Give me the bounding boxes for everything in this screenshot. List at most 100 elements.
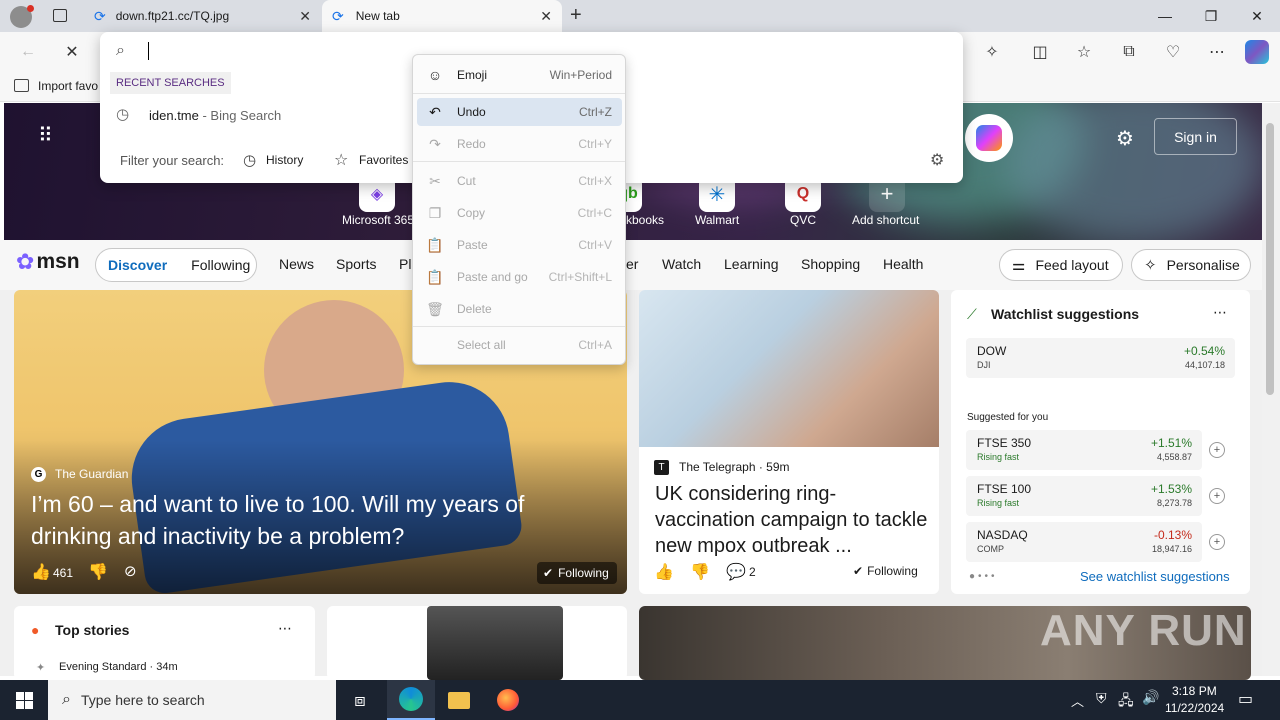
- like-icon[interactable]: 👍: [654, 562, 674, 582]
- following-label: Following: [867, 564, 918, 578]
- close-tab-icon[interactable]: ✕: [299, 8, 311, 25]
- nav-news[interactable]: News: [279, 256, 314, 272]
- menu-item-paste-and-go[interactable]: 📋 Paste and go Ctrl+Shift+L: [417, 263, 622, 291]
- file-explorer-icon[interactable]: [435, 680, 483, 720]
- tab-actions-icon[interactable]: [53, 9, 67, 22]
- add-to-watchlist-icon[interactable]: +: [1209, 534, 1225, 550]
- favorites-star-icon: ☆: [334, 152, 349, 169]
- nav-shopping[interactable]: Shopping: [801, 256, 860, 272]
- menu-item-select-all[interactable]: Select all Ctrl+A: [417, 331, 622, 359]
- recent-search-item[interactable]: ◷ iden.tme - Bing Search: [100, 102, 412, 128]
- dislike-icon[interactable]: 👎: [690, 562, 710, 582]
- nav-watch[interactable]: Watch: [662, 256, 701, 272]
- carousel-dots[interactable]: ●•••: [969, 571, 998, 582]
- stock-row-ftse100[interactable]: FTSE 100 Rising fast +1.53% 8,273.78: [966, 476, 1202, 516]
- add-to-watchlist-icon[interactable]: +: [1209, 488, 1225, 504]
- feed-tab-group: Discover Following: [95, 248, 257, 282]
- nav-play[interactable]: Pl: [399, 256, 411, 272]
- nav-health[interactable]: Health: [883, 256, 923, 272]
- import-favorites-link[interactable]: Import favo: [38, 79, 98, 93]
- scrollbar-thumb[interactable]: [1266, 123, 1274, 395]
- settings-gear-icon[interactable]: ⚙: [1116, 126, 1134, 151]
- apps-grid-icon[interactable]: ⠿: [38, 126, 58, 147]
- menu-item-delete[interactable]: 🗑 Delete: [417, 295, 622, 323]
- notifications-icon[interactable]: ▭: [1238, 689, 1253, 709]
- feed-layout-button[interactable]: ⚌ Feed layout: [999, 249, 1123, 281]
- see-watchlist-link[interactable]: See watchlist suggestions: [1080, 569, 1230, 584]
- menu-item-emoji[interactable]: ☺ Emoji Win+Period: [417, 61, 622, 89]
- dislike-icon[interactable]: 👎: [88, 562, 108, 582]
- stock-row-ftse350[interactable]: FTSE 350 Rising fast +1.51% 4,558.87: [966, 430, 1202, 470]
- firefox-icon[interactable]: [484, 680, 532, 720]
- stop-loading-icon[interactable]: ✕: [60, 40, 84, 64]
- sparkle-icon: ✧: [1144, 257, 1157, 274]
- filter-history-button[interactable]: History: [266, 153, 303, 167]
- close-window-button[interactable]: ✕: [1234, 0, 1280, 32]
- sign-in-button[interactable]: Sign in: [1154, 118, 1237, 155]
- promo-image: [427, 606, 563, 680]
- menu-shortcut: Ctrl+C: [577, 206, 612, 220]
- nav-learning[interactable]: Learning: [724, 256, 779, 272]
- nav-weather[interactable]: er: [626, 256, 638, 272]
- extensions-icon[interactable]: ✧: [980, 40, 1004, 64]
- security-icon[interactable]: ⛨: [1096, 690, 1107, 707]
- menu-item-copy[interactable]: ❐ Copy Ctrl+C: [417, 199, 622, 227]
- clock-time[interactable]: 3:18 PM: [1172, 684, 1217, 698]
- browser-essentials-icon[interactable]: ♡: [1161, 40, 1185, 64]
- copilot-button[interactable]: [965, 114, 1013, 162]
- add-to-watchlist-icon[interactable]: +: [1209, 442, 1225, 458]
- story-headline[interactable]: UK considering ring-vaccination campaign…: [655, 481, 931, 559]
- task-view-icon[interactable]: ⧈: [336, 680, 384, 720]
- hide-story-icon[interactable]: ⊘: [124, 562, 137, 580]
- clock-date[interactable]: 11/22/2024: [1165, 701, 1224, 715]
- more-options-icon[interactable]: ⋯: [1213, 304, 1227, 321]
- taskbar-search-box[interactable]: ⌕ Type here to search: [48, 680, 336, 720]
- copilot-icon[interactable]: [1245, 40, 1269, 64]
- story-headline[interactable]: I’m 60 – and want to live to 100. Will m…: [31, 488, 611, 552]
- more-options-icon[interactable]: ⋯: [278, 620, 292, 637]
- close-tab-icon[interactable]: ✕: [540, 8, 552, 25]
- tab-down-ftp21[interactable]: ⟳ down.ftp21.cc/TQ.jpg ✕: [84, 0, 321, 32]
- favorites-star-icon[interactable]: ☆: [1072, 40, 1096, 64]
- firefox-logo-icon: [497, 689, 519, 711]
- minimize-button[interactable]: —: [1142, 0, 1188, 32]
- like-icon[interactable]: 👍: [31, 562, 51, 582]
- side-story-card[interactable]: T The Telegraph · 59m UK considering rin…: [639, 290, 939, 594]
- new-tab-plus-icon[interactable]: +: [570, 4, 582, 27]
- volume-icon[interactable]: 🔊: [1142, 689, 1159, 706]
- comment-icon[interactable]: 💬: [726, 562, 746, 582]
- stock-value: 18,947.16: [1151, 544, 1192, 554]
- back-arrow-icon[interactable]: ←: [16, 40, 40, 64]
- nav-sports[interactable]: Sports: [336, 256, 376, 272]
- stock-row-dow[interactable]: DOW DJI +0.54% 44,107.18: [966, 338, 1235, 378]
- collections-icon[interactable]: ⧉: [1117, 40, 1141, 64]
- settings-more-icon[interactable]: ⋯: [1205, 40, 1229, 64]
- tab-new-tab[interactable]: ⟳ New tab ✕: [322, 0, 562, 32]
- msn-logo[interactable]: ✿ msn: [16, 249, 80, 275]
- page-scrollbar[interactable]: [1262, 103, 1280, 676]
- tab-discover[interactable]: Discover: [108, 257, 167, 273]
- tab-following[interactable]: Following: [191, 257, 250, 273]
- check-icon: ✔: [853, 564, 864, 578]
- windows-logo-icon: [15, 691, 33, 709]
- menu-item-redo[interactable]: ↷ Redo Ctrl+Y: [417, 130, 622, 158]
- promo-card[interactable]: [327, 606, 627, 680]
- restore-button[interactable]: ❐: [1188, 0, 1234, 32]
- personalise-button[interactable]: ✧ Personalise: [1131, 249, 1251, 281]
- stock-value: 4,558.87: [1156, 452, 1192, 462]
- menu-item-paste[interactable]: 📋 Paste Ctrl+V: [417, 231, 622, 259]
- split-screen-icon[interactable]: ◫: [1028, 40, 1052, 64]
- menu-item-undo[interactable]: ↶ Undo Ctrl+Z: [417, 98, 622, 126]
- menu-item-cut[interactable]: ✂ Cut Ctrl+X: [417, 167, 622, 195]
- stock-row-nasdaq[interactable]: NASDAQ COMP -0.13% 18,947.16: [966, 522, 1202, 562]
- following-badge[interactable]: ✔ Following: [853, 564, 918, 578]
- filter-favorites-button[interactable]: Favorites: [359, 153, 408, 167]
- edge-taskbar-icon[interactable]: [387, 680, 435, 720]
- following-badge[interactable]: ✔ Following: [537, 562, 617, 584]
- settings-gear-icon[interactable]: ⚙: [930, 150, 944, 170]
- address-input-caret[interactable]: [148, 42, 149, 60]
- start-button[interactable]: [0, 680, 48, 720]
- network-icon[interactable]: 🖧: [1118, 690, 1134, 714]
- show-hidden-icons-chevron[interactable]: ︿: [1071, 691, 1084, 710]
- stock-value: 8,273.78: [1156, 498, 1192, 508]
